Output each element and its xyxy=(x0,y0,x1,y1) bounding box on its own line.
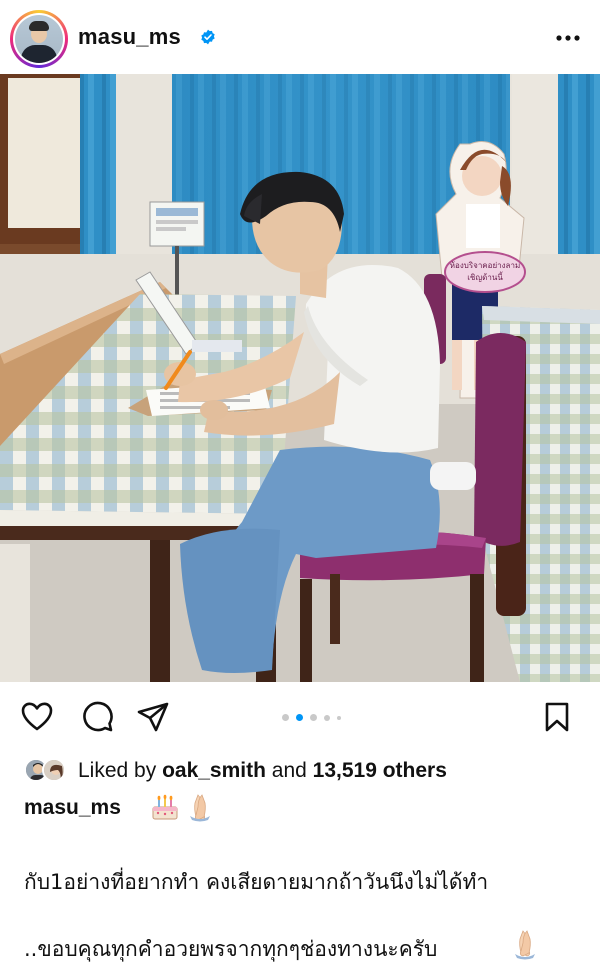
likes-summary: Liked by oak_smith and 13,519 others xyxy=(78,759,447,783)
post-username[interactable]: masu_ms xyxy=(78,24,181,50)
likes-prefix: Liked by xyxy=(78,759,163,782)
heart-icon[interactable] xyxy=(20,700,54,734)
birthday-cake-icon xyxy=(152,794,178,820)
carousel-dot xyxy=(310,714,317,721)
praying-hands-icon xyxy=(190,794,210,822)
post-actions-bar xyxy=(0,682,600,752)
praying-hands-icon xyxy=(515,930,535,960)
liker-avatar xyxy=(42,758,66,782)
caption-line-2: ..ขอบคุณทุกคำอวยพรจากทุกๆช่องทางนะครับ xyxy=(24,937,438,961)
caption-emoji xyxy=(152,794,210,822)
post-header: masu_ms xyxy=(0,0,600,74)
carousel-dot xyxy=(337,716,341,720)
comment-icon[interactable] xyxy=(80,700,114,734)
post-photo[interactable]: ห้องบริจาคอย่างลาม เชิญด้านนี้ xyxy=(0,74,600,682)
carousel-dot xyxy=(282,714,289,721)
photo-scene: ห้องบริจาคอย่างลาม เชิญด้านนี้ xyxy=(0,74,600,682)
profile-avatar[interactable] xyxy=(10,10,68,68)
caption-username[interactable]: masu_ms xyxy=(24,796,121,820)
bookmark-icon[interactable] xyxy=(540,700,574,734)
standee-sign-line-1: ห้องบริจาคอย่างลาม xyxy=(450,261,520,270)
carousel-dot-active xyxy=(296,714,303,721)
likes-count[interactable]: 13,519 others xyxy=(313,759,447,782)
verified-badge-icon xyxy=(201,29,215,45)
likes-row[interactable]: Liked by oak_smith and 13,519 others xyxy=(24,757,584,785)
caption-line-1: กับ1อย่างที่อยากทำ คงเสียดายมากถ้าวันนึง… xyxy=(24,870,489,894)
standee-sign-line-2: เชิญด้านนี้ xyxy=(467,271,503,282)
more-horizontal-icon[interactable] xyxy=(552,24,584,52)
carousel-indicator xyxy=(282,713,352,723)
likes-middle: and xyxy=(265,759,313,782)
send-icon[interactable] xyxy=(136,700,170,734)
liker-username[interactable]: oak_smith xyxy=(162,759,266,782)
carousel-dot xyxy=(324,715,330,721)
